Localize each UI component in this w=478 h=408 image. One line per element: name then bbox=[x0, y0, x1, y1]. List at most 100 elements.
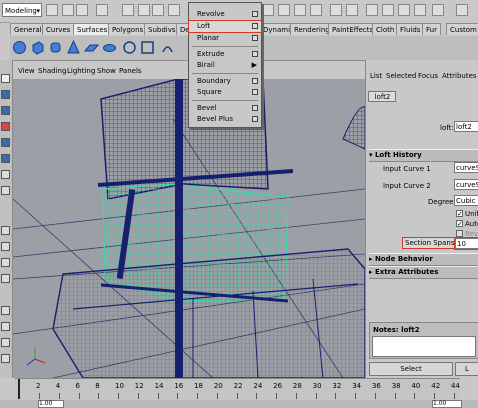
shelf-tab-painteffects[interactable]: PaintEffects bbox=[328, 23, 378, 35]
option-box-icon[interactable] bbox=[252, 116, 258, 122]
panel-menu-show[interactable]: Show bbox=[97, 67, 116, 75]
loft-history-section[interactable]: ▾ Loft History bbox=[369, 149, 478, 162]
ae-menu-list[interactable]: List bbox=[370, 72, 382, 80]
menu-item-boundary[interactable]: Boundary bbox=[189, 76, 261, 87]
shelf-tab-fur[interactable]: Fur bbox=[422, 23, 441, 35]
shelf-tab-general[interactable]: General bbox=[10, 23, 46, 35]
start-time-field[interactable]: 1.00 bbox=[38, 400, 64, 408]
render-settings-icon[interactable] bbox=[310, 4, 322, 16]
render-view-layout-icon[interactable] bbox=[1, 338, 10, 347]
panel-menu-shading[interactable]: Shading bbox=[38, 67, 66, 75]
reverse-checkbox[interactable] bbox=[456, 230, 463, 237]
ae-menu-focus[interactable]: Focus bbox=[418, 72, 438, 80]
nurbs-circle-icon[interactable] bbox=[122, 40, 137, 55]
menu-item-bevel[interactable]: Bevel bbox=[189, 103, 261, 114]
manipulator-tool-icon[interactable] bbox=[1, 154, 10, 163]
layer-editor-icon[interactable] bbox=[414, 4, 426, 16]
ipr-render-icon[interactable] bbox=[294, 4, 306, 16]
select-by-component-icon[interactable] bbox=[122, 4, 134, 16]
ae-menu-attributes[interactable]: Attributes bbox=[442, 72, 477, 80]
snap-point-icon[interactable] bbox=[168, 4, 180, 16]
panel-menu-view[interactable]: View bbox=[18, 67, 35, 75]
section-spans-field[interactable]: 10 bbox=[454, 237, 478, 250]
option-box-icon[interactable] bbox=[252, 78, 258, 84]
channel-box-icon[interactable] bbox=[398, 4, 410, 16]
node-name-field[interactable]: loft2 bbox=[454, 121, 478, 132]
menu-item-planar[interactable]: Planar bbox=[189, 33, 261, 44]
shelf-tab-polygons[interactable]: Polygons bbox=[108, 23, 148, 35]
snap-grid-icon[interactable] bbox=[138, 4, 150, 16]
option-box-icon[interactable] bbox=[252, 35, 258, 41]
range-slider[interactable]: 1.00 1.00 bbox=[0, 400, 478, 408]
option-box-icon[interactable] bbox=[252, 51, 258, 57]
ae-menu-selected[interactable]: Selected bbox=[386, 72, 416, 80]
render-icon[interactable] bbox=[278, 4, 290, 16]
menu-item-square[interactable]: Square bbox=[189, 87, 261, 98]
nurbs-plane-icon[interactable] bbox=[84, 40, 99, 55]
last-tool-icon[interactable] bbox=[1, 186, 10, 195]
menu-item-birail[interactable]: Birail ▶ bbox=[189, 60, 261, 71]
graph-editor-layout-icon[interactable] bbox=[1, 322, 10, 331]
scene-tool-icon[interactable] bbox=[432, 4, 444, 16]
menu-item-revolve[interactable]: Revolve bbox=[189, 9, 261, 20]
move-tool-icon[interactable] bbox=[1, 106, 10, 115]
custom-layout-icon[interactable] bbox=[1, 354, 10, 363]
menu-item-extrude[interactable]: Extrude bbox=[189, 49, 261, 60]
ae-node-tab[interactable]: loft2 bbox=[368, 91, 396, 102]
shelf-tab-curves[interactable]: Curves bbox=[42, 23, 75, 35]
persp-outliner-layout-icon[interactable] bbox=[1, 274, 10, 283]
attribute-editor-icon[interactable] bbox=[366, 4, 378, 16]
hypergraph-layout-icon[interactable] bbox=[1, 306, 10, 315]
uniform-checkbox[interactable]: ✓ bbox=[456, 210, 463, 218]
menu-item-bevel-plus[interactable]: Bevel Plus bbox=[189, 114, 261, 125]
nurbs-torus-icon[interactable] bbox=[102, 40, 117, 55]
scale-tool-icon[interactable] bbox=[1, 138, 10, 147]
shelf-tab-surfaces[interactable]: Surfaces bbox=[73, 23, 112, 35]
panel-menu-panels[interactable]: Panels bbox=[119, 67, 142, 75]
shelf-tab-custom[interactable]: Custom bbox=[446, 23, 478, 35]
shelf-tab-cloth[interactable]: Cloth bbox=[372, 23, 399, 35]
hypershade-icon[interactable] bbox=[330, 4, 342, 16]
option-box-icon[interactable] bbox=[252, 89, 258, 95]
nurbs-cylinder-icon[interactable] bbox=[48, 40, 63, 55]
nurbs-square-icon[interactable] bbox=[140, 40, 155, 55]
time-slider[interactable]: 2 4 6 8 10 12 14 16 18 20 22 24 26 28 30 32 34 36 38 40 42 44 bbox=[15, 378, 460, 399]
new-scene-icon[interactable] bbox=[46, 4, 58, 16]
input-line-icon[interactable] bbox=[346, 4, 358, 16]
save-scene-icon[interactable] bbox=[76, 4, 88, 16]
shelf-tab-subdivs[interactable]: Subdivs bbox=[144, 23, 180, 35]
option-box-icon[interactable] bbox=[252, 105, 258, 111]
menu-item-loft[interactable]: Loft bbox=[188, 20, 262, 33]
four-view-layout-icon[interactable] bbox=[1, 242, 10, 251]
history-icon[interactable] bbox=[262, 4, 274, 16]
select-hierarchy-icon[interactable] bbox=[96, 4, 108, 16]
single-view-layout-icon[interactable] bbox=[1, 226, 10, 235]
load-attributes-button[interactable]: L bbox=[455, 362, 478, 376]
cut-icon[interactable] bbox=[456, 4, 468, 16]
extra-attributes-section[interactable]: ▸ Extra Attributes bbox=[369, 266, 478, 279]
nurbs-cone-icon[interactable] bbox=[66, 40, 81, 55]
option-box-icon[interactable] bbox=[252, 23, 258, 29]
open-scene-icon[interactable] bbox=[62, 4, 74, 16]
select-button[interactable]: Select bbox=[369, 362, 453, 376]
soft-mod-tool-icon[interactable] bbox=[1, 170, 10, 179]
nurbs-cube-icon[interactable] bbox=[30, 40, 45, 55]
current-time-marker[interactable] bbox=[18, 379, 20, 399]
node-behavior-section[interactable]: ▸ Node Behavior bbox=[369, 253, 478, 266]
two-view-layout-icon[interactable] bbox=[1, 258, 10, 267]
notes-textarea[interactable] bbox=[372, 336, 476, 357]
input-curve2-field[interactable]: curveSh bbox=[454, 179, 478, 190]
select-tool-icon[interactable] bbox=[1, 74, 10, 83]
tool-settings-icon[interactable] bbox=[382, 4, 394, 16]
nurbs-sphere-icon[interactable] bbox=[12, 40, 27, 55]
degree-select[interactable]: Cubic bbox=[454, 195, 478, 206]
rotate-tool-icon[interactable] bbox=[1, 122, 10, 131]
shelf-tab-fluids[interactable]: Fluids bbox=[396, 23, 425, 35]
input-curve1-field[interactable]: curveSh bbox=[454, 162, 478, 173]
revolve-icon[interactable] bbox=[160, 40, 175, 55]
lasso-tool-icon[interactable] bbox=[1, 90, 10, 99]
current-time-field[interactable]: 1.00 bbox=[432, 400, 462, 408]
snap-curve-icon[interactable] bbox=[152, 4, 164, 16]
auto-reverse-checkbox[interactable]: ✓ bbox=[456, 220, 463, 228]
option-box-icon[interactable] bbox=[252, 11, 258, 17]
